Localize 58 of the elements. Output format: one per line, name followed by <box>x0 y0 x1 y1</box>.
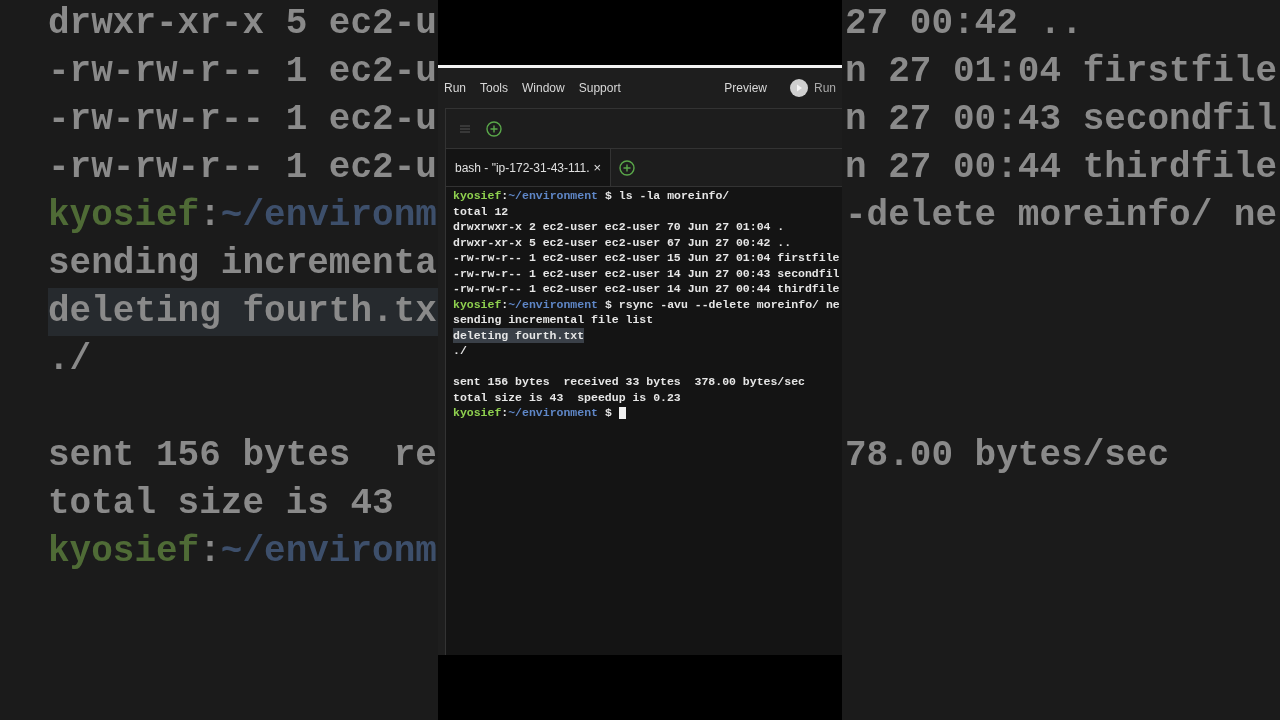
menu-item[interactable]: Run <box>444 79 466 97</box>
prompt-user: kyosief <box>48 530 200 574</box>
output-text: n 27 01:04 firstfile <box>845 50 1278 94</box>
command-text: ls -la moreinfo/ <box>618 188 730 204</box>
prompt-path: ~/environment <box>508 296 598 312</box>
prompt-user: kyosief <box>453 296 502 312</box>
output-text: total 12 <box>453 203 509 219</box>
prompt-symbol: $ <box>604 188 612 204</box>
output-text: -rw-rw-r-- 1 ec2-user ec2-user 15 Jun 27 01:04 firstfile <box>453 250 840 266</box>
output-text: -rw-rw-r-- 1 ec2-u <box>48 98 437 142</box>
prompt-path: ~/environm <box>220 530 437 574</box>
add-icon[interactable] <box>619 159 636 176</box>
prompt-path: ~/environment <box>508 188 598 204</box>
output-text: drwxr-xr-x 5 ec2-u <box>48 2 437 46</box>
output-text: -rw-rw-r-- 1 ec2-user ec2-user 14 Jun 27 00:43 secondfil <box>453 265 840 281</box>
prompt-separator: : <box>501 296 509 312</box>
menu-item[interactable]: Tools <box>480 79 509 97</box>
run-button[interactable]: Run <box>790 79 836 97</box>
menu-item[interactable]: Window <box>522 79 565 97</box>
output-text: -rw-rw-r-- 1 ec2-u <box>48 50 437 94</box>
add-icon[interactable] <box>486 120 502 137</box>
output-text: drwxrwxr-x 2 ec2-user ec2-user 70 Jun 27 01:04 . <box>453 219 785 235</box>
output-text: sending incremental file list <box>453 312 654 328</box>
output-text: total size is 43 speedup is 0.23 <box>453 389 681 405</box>
prompt-user: kyosief <box>48 194 200 238</box>
output-text: drwxr-xr-x 5 ec2-user ec2-user 67 Jun 27 00:42 .. <box>453 234 792 250</box>
prompt-path: ~/environment <box>508 405 598 421</box>
output-text: sent 156 bytes received 33 bytes 378.00 bytes/sec <box>453 374 805 390</box>
prompt-user: kyosief <box>453 405 502 421</box>
output-text: sent 156 bytes re <box>48 434 437 478</box>
output-text: n 27 00:43 secondfil <box>845 98 1278 142</box>
play-icon <box>790 79 808 97</box>
output-text: ./ <box>48 338 92 382</box>
output-text: -rw-rw-r-- 1 ec2-u <box>48 146 437 190</box>
prompt-symbol: $ <box>604 296 612 312</box>
output-text: -delete moreinfo/ ne <box>845 194 1278 238</box>
output-text: deleting fourth.txt <box>453 327 585 343</box>
prompt-separator: : <box>199 194 221 238</box>
prompt-separator: : <box>501 405 509 421</box>
output-text: deleting fourth.tx <box>48 290 437 334</box>
output-text: n 27 00:44 thirdfile <box>845 146 1278 190</box>
prompt-separator: : <box>501 188 509 204</box>
prompt-symbol: $ <box>604 405 612 421</box>
output-text: total size is 43 <box>48 482 394 526</box>
close-button[interactable]: × <box>593 157 602 178</box>
output-text: sending incrementa <box>48 242 437 286</box>
output-text: 78.00 bytes/sec <box>845 434 1170 478</box>
output-text: ./ <box>453 343 467 359</box>
prompt-separator: : <box>199 530 221 574</box>
prompt-path: ~/environm <box>220 194 437 238</box>
output-text: 27 00:42 .. <box>845 2 1083 46</box>
tab-label: bash - "ip-172-31-43-111. <box>455 159 590 177</box>
terminal-tab[interactable]: bash - "ip-172-31-43-111. × <box>446 149 612 186</box>
command-text: rsync -avu --delete moreinfo/ ne <box>618 296 840 312</box>
preview-button[interactable]: Preview <box>724 79 767 97</box>
output-text: -rw-rw-r-- 1 ec2-user ec2-user 14 Jun 27 00:44 thirdfile <box>453 281 840 297</box>
menu-item[interactable]: Support <box>578 79 621 97</box>
prompt-user: kyosief <box>453 188 502 204</box>
